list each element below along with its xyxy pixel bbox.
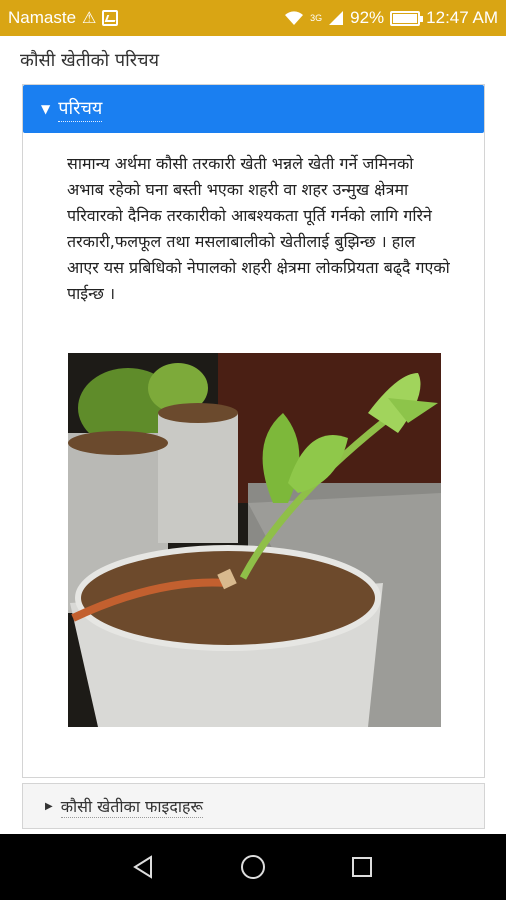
app-name: Namaste (8, 8, 77, 27)
status-left: Namaste ⚠ (8, 8, 119, 28)
home-button[interactable] (238, 852, 268, 882)
warning-icon: ⚠ (82, 10, 97, 27)
recents-icon (351, 857, 372, 877)
back-icon (133, 855, 153, 879)
network-label: 3G (310, 12, 323, 23)
wifi-icon (285, 11, 304, 25)
intro-panel: ▼ परिचय सामान्य अर्थमा कौसी तरकारी खेती … (22, 84, 485, 778)
home-icon (240, 855, 265, 879)
clock: 12:47 AM (426, 8, 498, 27)
caret-right-icon: ▶ (45, 800, 53, 812)
seedling-pot-image (68, 353, 441, 727)
benefits-panel-header[interactable]: ▶ कौसी खेतीका फाइदाहरू (22, 783, 485, 829)
image-icon (102, 10, 119, 26)
status-right: 3G 92% 12:47 AM (284, 8, 498, 28)
caret-down-icon: ▼ (41, 102, 51, 116)
battery-percent: 92% (350, 8, 385, 27)
page-title: कौसी खेतीको परिचय (20, 50, 160, 71)
back-button[interactable] (129, 852, 159, 882)
signal-icon (329, 11, 344, 25)
benefits-panel-title: कौसी खेतीका फाइदाहरू (60, 796, 203, 818)
navigation-bar (0, 834, 506, 900)
recents-button[interactable] (347, 852, 377, 882)
intro-paragraph: सामान्य अर्थमा कौसी तरकारी खेती भन्नले ख… (67, 154, 450, 303)
battery-icon (390, 10, 424, 26)
intro-panel-title: परिचय (58, 96, 103, 122)
status-bar: Namaste ⚠ 3G 92% 12:47 AM (0, 0, 506, 36)
intro-panel-header[interactable]: ▼ परिचय (23, 85, 484, 133)
rooftop-farming-photo (68, 353, 441, 727)
